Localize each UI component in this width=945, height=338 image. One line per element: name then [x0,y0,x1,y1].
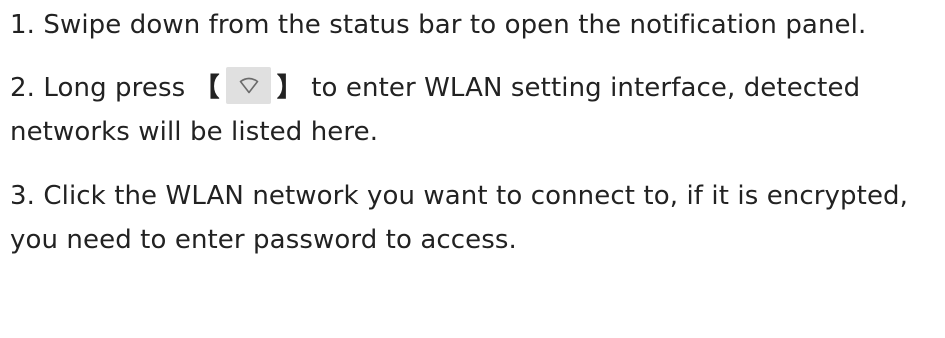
close-bracket: 】 [276,73,303,103]
step-2-prefix: 2. Long press [10,73,186,103]
open-bracket: 【 [193,73,220,103]
instructions-page: 1. Swipe down from the status bar to ope… [0,0,945,338]
step-2-text: 2. Long press 【】 to enter WLAN setting i… [10,66,935,154]
wifi-icon [225,67,271,104]
step-1-text: 1. Swipe down from the status bar to ope… [10,10,867,40]
step-3-text: 3. Click the WLAN network you want to co… [10,181,909,255]
